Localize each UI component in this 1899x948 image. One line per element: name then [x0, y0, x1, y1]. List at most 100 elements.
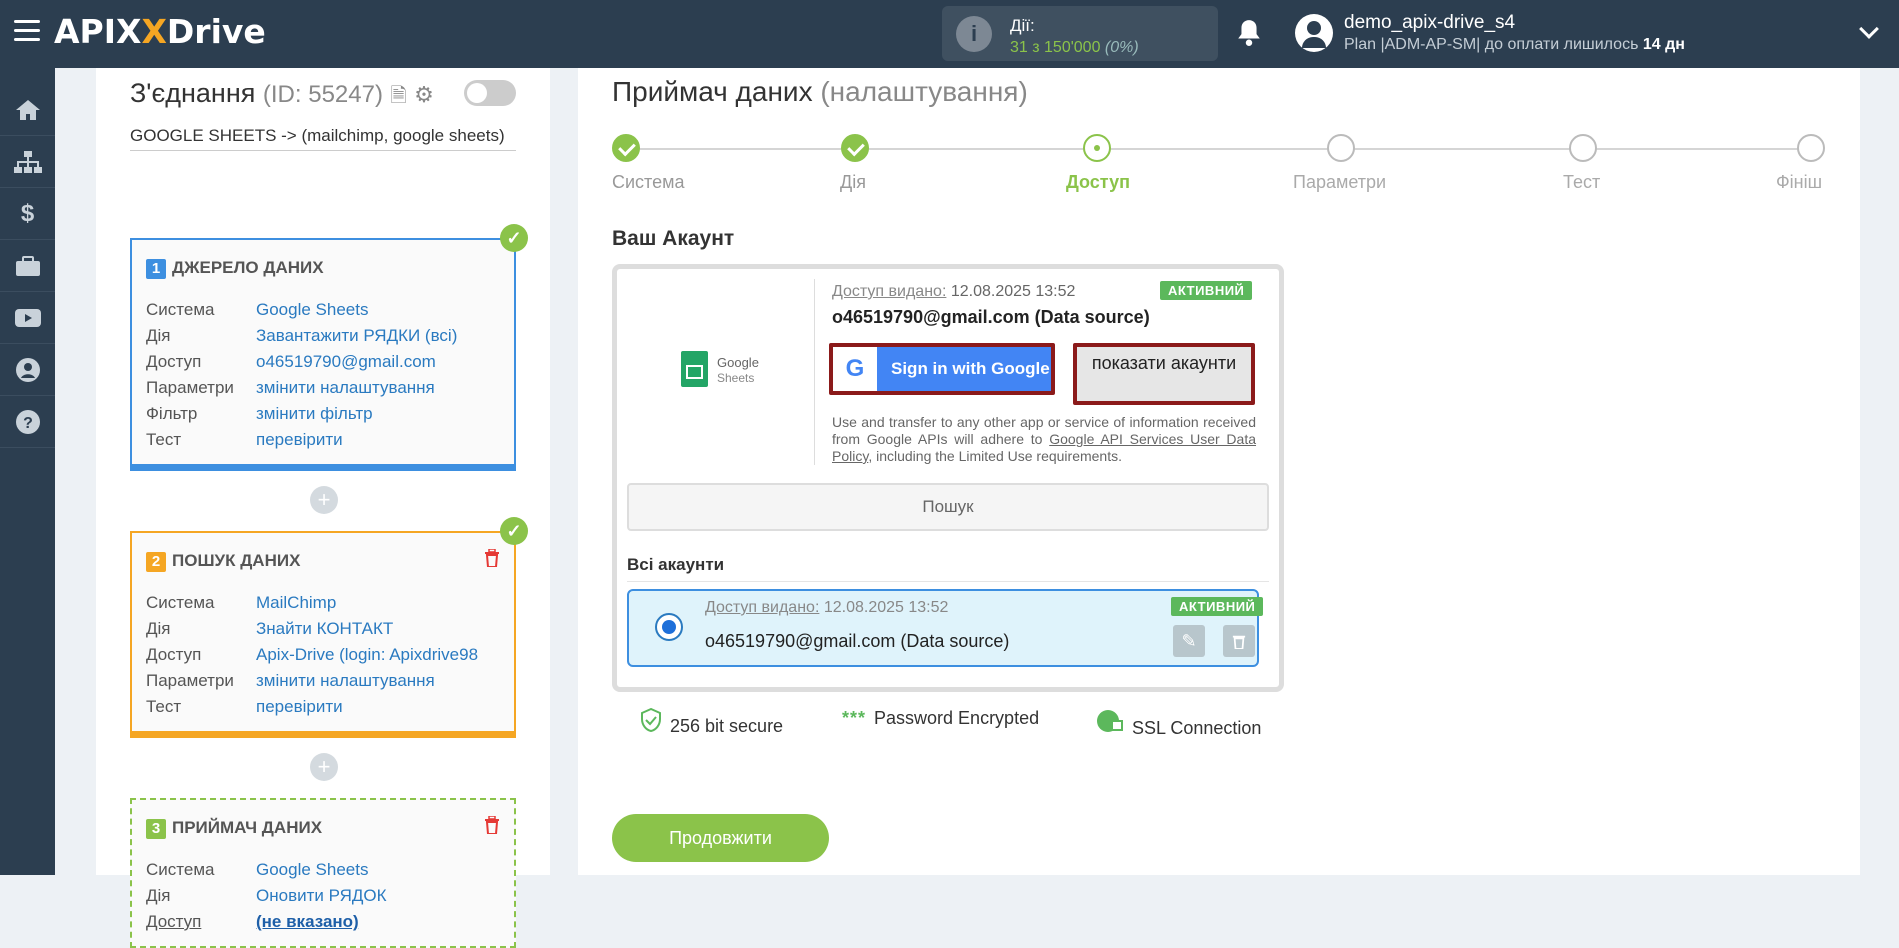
block-row: Система Google Sheets [146, 300, 369, 319]
block-row: Фільтр змінити фільтр [146, 404, 373, 423]
step-test [1569, 134, 1597, 162]
destination-block[interactable]: 3 ПРИЙМАЧ ДАНИХ Система Google Sheets Дія О… [130, 798, 516, 948]
info-icon: i [956, 16, 992, 52]
divider [627, 581, 1269, 582]
search-system-link[interactable]: MailChimp [256, 593, 336, 612]
step-action[interactable] [841, 134, 869, 162]
step-label-action[interactable]: Дія [840, 172, 866, 193]
item-email: o46519790@gmail.com (Data source) [705, 631, 1010, 651]
home-icon[interactable] [0, 84, 55, 136]
actions-value: 31 з 150'000 (0%) [1010, 39, 1139, 56]
connection-panel: З'єднання (ID: 55247) 🗎 ⚙ GOOGLE SHEETS … [96, 68, 550, 948]
stepper-line [626, 148, 1816, 150]
search-action-link[interactable]: Знайти КОНТАКТ [256, 619, 393, 638]
google-sheets-icon [681, 351, 708, 387]
source-action-link[interactable]: Завантажити РЯДКИ (всі) [256, 326, 457, 345]
avatar[interactable] [1295, 14, 1333, 52]
dest-access-link[interactable]: (не вказано) [256, 912, 359, 931]
encrypted-badge: *** Password Encrypted [842, 708, 1040, 728]
access-granted: Доступ видано: 12.08.2025 13:52 [832, 283, 1076, 300]
page-title: Приймач даних (налаштування) [612, 76, 1028, 107]
chevron-down-icon[interactable] [1859, 19, 1879, 39]
source-test-link[interactable]: перевірити [256, 430, 343, 449]
connection-subtitle: GOOGLE SHEETS -> (mailchimp, google shee… [130, 126, 516, 151]
gear-icon[interactable]: ⚙ [414, 82, 434, 107]
block-row: Система MailChimp [146, 593, 337, 612]
trash-icon[interactable] [484, 548, 500, 568]
password-icon: *** [842, 708, 867, 728]
step-label-finish: Фініш [1776, 172, 1823, 192]
secure-badge: 256 bit secure [640, 708, 783, 737]
source-access-link[interactable]: o46519790@gmail.com [256, 352, 436, 371]
google-icon: G [833, 347, 877, 391]
block-title: 1 ДЖЕРЕЛО ДАНИХ [146, 258, 324, 279]
status-badge: АКТИВНИЙ [1160, 281, 1253, 300]
block-row: Система Google Sheets [146, 860, 369, 879]
dest-system-link[interactable]: Google Sheets [256, 860, 368, 879]
step-label-params: Параметри [1293, 172, 1387, 192]
actions-label: Дії: [1010, 16, 1035, 35]
account-box: Google Sheets Доступ видано: 12.08.2025 … [612, 264, 1284, 692]
globe-lock-icon [1097, 710, 1123, 732]
check-icon: ✓ [500, 517, 528, 545]
sitemap-icon[interactable] [0, 136, 55, 188]
item-access-granted: Доступ видано: 12.08.2025 13:52 [705, 599, 949, 616]
source-block[interactable]: 1 ДЖЕРЕЛО ДАНИХ Система Google Sheets Дія З… [130, 238, 516, 471]
all-accounts-title: Всі акаунти [627, 555, 725, 574]
hamburger-menu-icon[interactable] [14, 20, 40, 42]
dollar-icon[interactable]: $ [0, 188, 55, 240]
policy-text: Use and transfer to any other app or ser… [832, 414, 1257, 464]
document-icon[interactable]: 🗎 [390, 85, 406, 107]
search-button[interactable]: Пошук [627, 483, 1269, 531]
sidebar: $ ? [0, 68, 55, 875]
status-badge: АКТИВНИЙ [1171, 597, 1264, 616]
block-row: Доступ Apix-Drive (login: Apixdrive98 [146, 645, 479, 664]
user-circle-icon[interactable] [0, 344, 55, 396]
search-test-link[interactable]: перевірити [256, 697, 343, 716]
block-row: Дія Завантажити РЯДКИ (всі) [146, 326, 458, 345]
top-bar: APIXXDrive i Дії: 31 з 150'000 (0%) demo… [0, 0, 1899, 68]
logo[interactable]: APIXXDrive [54, 12, 266, 51]
trash-icon[interactable] [484, 815, 500, 835]
account-section-title: Ваш Акаунт [612, 227, 735, 250]
source-params-link[interactable]: змінити налаштування [256, 378, 435, 397]
actions-counter[interactable]: i Дії: 31 з 150'000 (0%) [942, 6, 1218, 61]
help-icon[interactable]: ? [0, 396, 55, 448]
youtube-icon[interactable] [0, 292, 55, 344]
block-row: Параметри змінити налаштування [146, 671, 435, 690]
show-accounts-button[interactable]: показати акаунти [1073, 343, 1255, 405]
step-params [1327, 134, 1355, 162]
sign-in-google-button[interactable]: G Sign in with Google [829, 343, 1055, 395]
account-list-item[interactable]: Доступ видано: 12.08.2025 13:52 АКТИВНИЙ… [627, 589, 1264, 667]
continue-button[interactable]: Продовжити [612, 814, 829, 862]
connection-title: З'єднання (ID: 55247) 🗎 ⚙ [130, 78, 434, 108]
trash-icon[interactable] [1223, 625, 1255, 657]
main-panel: Приймач даних (налаштування) Система Дія… [578, 68, 1860, 875]
step-system[interactable] [612, 134, 640, 162]
search-access-link[interactable]: Apix-Drive (login: Apixdrive98 [256, 645, 478, 664]
step-access[interactable] [1083, 134, 1111, 162]
svg-text:?: ? [23, 415, 33, 432]
step-label-system[interactable]: Система [612, 172, 685, 193]
username[interactable]: demo_apix-drive_s4 [1344, 12, 1515, 34]
add-block-button[interactable]: + [310, 753, 338, 781]
edit-icon[interactable]: ✎ [1173, 625, 1205, 657]
shield-icon [641, 708, 661, 732]
connection-toggle[interactable] [464, 80, 516, 106]
block-row: Доступ (не вказано) [146, 912, 359, 931]
bell-icon[interactable] [1236, 18, 1262, 46]
source-filter-link[interactable]: змінити фільтр [256, 404, 373, 423]
block-title: 3 ПРИЙМАЧ ДАНИХ [146, 818, 322, 839]
source-system-link[interactable]: Google Sheets [256, 300, 368, 319]
account-radio[interactable] [655, 613, 683, 641]
search-block[interactable]: 2 ПОШУК ДАНИХ Система MailChimp Дія Знайти … [130, 531, 516, 738]
stepper [612, 134, 1825, 194]
search-params-link[interactable]: змінити налаштування [256, 671, 435, 690]
dest-action-link[interactable]: Оновити РЯДОК [256, 886, 386, 905]
step-label-access[interactable]: Доступ [1066, 172, 1130, 193]
step-finish [1797, 134, 1825, 162]
google-sheets-logo: Google Sheets [681, 351, 761, 391]
briefcase-icon[interactable] [0, 240, 55, 292]
block-row: Параметри змінити налаштування [146, 378, 435, 397]
add-block-button[interactable]: + [310, 486, 338, 514]
